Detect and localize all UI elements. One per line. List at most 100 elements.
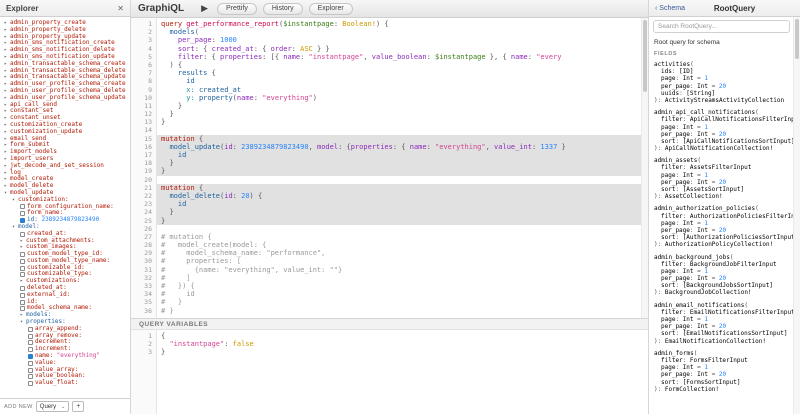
type-link[interactable]: FormCollection! <box>665 386 719 393</box>
doc-arg[interactable]: page: Int = 1 <box>654 268 792 275</box>
type-link[interactable]: Int <box>683 172 694 179</box>
doc-arg[interactable]: sort: [FormsSortInput] <box>654 379 792 386</box>
doc-arg[interactable]: page: Int = 1 <box>654 172 792 179</box>
explorer-item[interactable]: ▸models: <box>2 312 130 319</box>
editor-scrollbar-thumb[interactable] <box>643 20 647 92</box>
code-line[interactable]: id <box>157 151 648 159</box>
doc-return-type[interactable]: ): EmailNotificationCollection! <box>654 338 792 345</box>
code-line[interactable]: # ] <box>157 274 648 282</box>
doc-arg[interactable]: ids: [ID] <box>654 68 792 75</box>
code-line[interactable]: # mutation { <box>157 233 648 241</box>
field-name[interactable]: admin_background_jobs <box>654 254 730 261</box>
field-name[interactable]: admin_api_call_notifications <box>654 109 755 116</box>
explorer-item[interactable]: value_float: <box>2 380 130 387</box>
code-line[interactable]: # model_schema_name: "performance", <box>157 249 648 257</box>
code-line[interactable]: } <box>157 167 648 175</box>
field-name[interactable]: activities <box>654 61 690 68</box>
code-line[interactable] <box>157 225 648 233</box>
code-line[interactable]: # id <box>157 290 648 298</box>
doc-field-name[interactable]: admin_api_call_notifications( <box>654 109 792 116</box>
code-line[interactable]: # }) { <box>157 282 648 290</box>
code-line[interactable] <box>157 126 648 134</box>
type-link[interactable]: [ApiCallNotificationsSortInput] <box>683 138 795 145</box>
docs-scrollbar[interactable] <box>793 17 800 414</box>
checkbox-unchecked[interactable] <box>20 300 25 305</box>
checkbox-unchecked[interactable] <box>28 334 33 339</box>
type-link[interactable]: EmailNotificationCollection! <box>665 338 766 345</box>
doc-arg[interactable]: per_page: Int = 20 <box>654 275 792 282</box>
doc-arg[interactable]: per_page: Int = 20 <box>654 227 792 234</box>
code-line[interactable] <box>157 176 648 184</box>
type-link[interactable]: [EmailNotificationsSortInput] <box>683 330 788 337</box>
checkbox-unchecked[interactable] <box>20 266 25 271</box>
type-link[interactable]: [AuthorizationPoliciesSortInput] <box>683 234 799 241</box>
code-line[interactable]: id <box>157 77 648 85</box>
code-line[interactable]: sort: { created_at: { order: ASC } } <box>157 45 648 53</box>
field-name[interactable]: admin_assets <box>654 157 697 164</box>
variables-header[interactable]: QUERY VARIABLES <box>131 318 648 330</box>
checkbox-unchecked[interactable] <box>20 286 25 291</box>
checkbox-unchecked[interactable] <box>20 272 25 277</box>
execute-button[interactable]: ▶ <box>198 4 211 13</box>
close-icon[interactable]: ✕ <box>117 4 124 13</box>
doc-arg[interactable]: filter: AuthorizationPoliciesFilterInput <box>654 213 792 220</box>
code-line[interactable]: { <box>157 332 648 340</box>
type-link[interactable]: Int <box>697 83 708 90</box>
type-link[interactable]: AssetCollection! <box>665 193 723 200</box>
code-line[interactable]: results { <box>157 69 648 77</box>
code-line[interactable]: model_delete(id: 20) { <box>157 192 648 200</box>
doc-arg[interactable]: page: Int = 1 <box>654 75 792 82</box>
checkbox-unchecked[interactable] <box>28 340 33 345</box>
explorer-item[interactable]: name: "everything" <box>2 353 130 360</box>
type-link[interactable]: Int <box>683 364 694 371</box>
doc-arg[interactable]: per_page: Int = 20 <box>654 83 792 90</box>
checkbox-unchecked[interactable] <box>20 259 25 264</box>
checkbox-unchecked[interactable] <box>28 327 33 332</box>
field-name[interactable]: admin_forms <box>654 350 694 357</box>
code-line[interactable]: filter: { properties: [{ name: "instantp… <box>157 53 648 61</box>
code-line[interactable]: x: created_at <box>157 86 648 94</box>
code-line[interactable]: } <box>157 159 648 167</box>
type-link[interactable]: BackgroundJobCollection! <box>665 289 752 296</box>
type-link[interactable]: [BackgroundJobsSortInput] <box>683 282 773 289</box>
code-line[interactable]: models( <box>157 28 648 36</box>
doc-field-name[interactable]: admin_assets( <box>654 157 792 164</box>
code-line[interactable]: mutation { <box>157 135 648 143</box>
code-line[interactable]: } <box>157 348 648 356</box>
type-link[interactable]: Int <box>683 316 694 323</box>
code-line[interactable]: } <box>157 110 648 118</box>
doc-arg[interactable]: filter: AssetsFilterInput <box>654 164 792 171</box>
doc-arg[interactable]: uuids: [String] <box>654 90 792 97</box>
checkbox-unchecked[interactable] <box>20 211 25 216</box>
doc-field-name[interactable]: activities( <box>654 61 792 68</box>
editor-scrollbar[interactable] <box>641 18 648 318</box>
code-line[interactable]: # properties: [ <box>157 257 648 265</box>
checkbox-unchecked[interactable] <box>20 232 25 237</box>
checkbox-unchecked[interactable] <box>28 361 33 366</box>
doc-arg[interactable]: per_page: Int = 20 <box>654 371 792 378</box>
code-line[interactable]: id <box>157 200 648 208</box>
variables-editor[interactable]: 123 { "instantpage": false} <box>131 330 648 414</box>
type-link[interactable]: AuthorizationPoliciesFilterInput <box>690 213 800 220</box>
doc-arg[interactable]: page: Int = 1 <box>654 364 792 371</box>
checkbox-unchecked[interactable] <box>28 368 33 373</box>
code-line[interactable]: model_update(id: 2389234879823490, model… <box>157 143 648 151</box>
doc-arg[interactable]: filter: EmailNotificationsFilterInput <box>654 309 792 316</box>
code-line[interactable]: # } <box>157 307 648 315</box>
type-link[interactable]: [AssetsSortInput] <box>683 186 744 193</box>
type-link[interactable]: Int <box>683 220 694 227</box>
doc-return-type[interactable]: ): BackgroundJobCollection! <box>654 289 792 296</box>
code-line[interactable]: } <box>157 118 648 126</box>
type-link[interactable]: ApiCallNotificationsFilterInput <box>690 116 800 123</box>
code-line[interactable]: } <box>157 102 648 110</box>
explorer-item[interactable]: external_id: <box>2 292 130 299</box>
type-link[interactable]: Int <box>697 179 708 186</box>
checkbox-unchecked[interactable] <box>20 252 25 257</box>
doc-return-type[interactable]: ): AuthorizationPolicyCollection! <box>654 241 792 248</box>
type-link[interactable]: AssetsFilterInput <box>690 164 751 171</box>
doc-arg[interactable]: sort: [ApiCallNotificationsSortInput] <box>654 138 792 145</box>
checkbox-unchecked[interactable] <box>28 347 33 352</box>
code-line[interactable]: # } <box>157 298 648 306</box>
type-link[interactable]: [ID] <box>679 68 693 75</box>
doc-arg[interactable]: page: Int = 1 <box>654 124 792 131</box>
